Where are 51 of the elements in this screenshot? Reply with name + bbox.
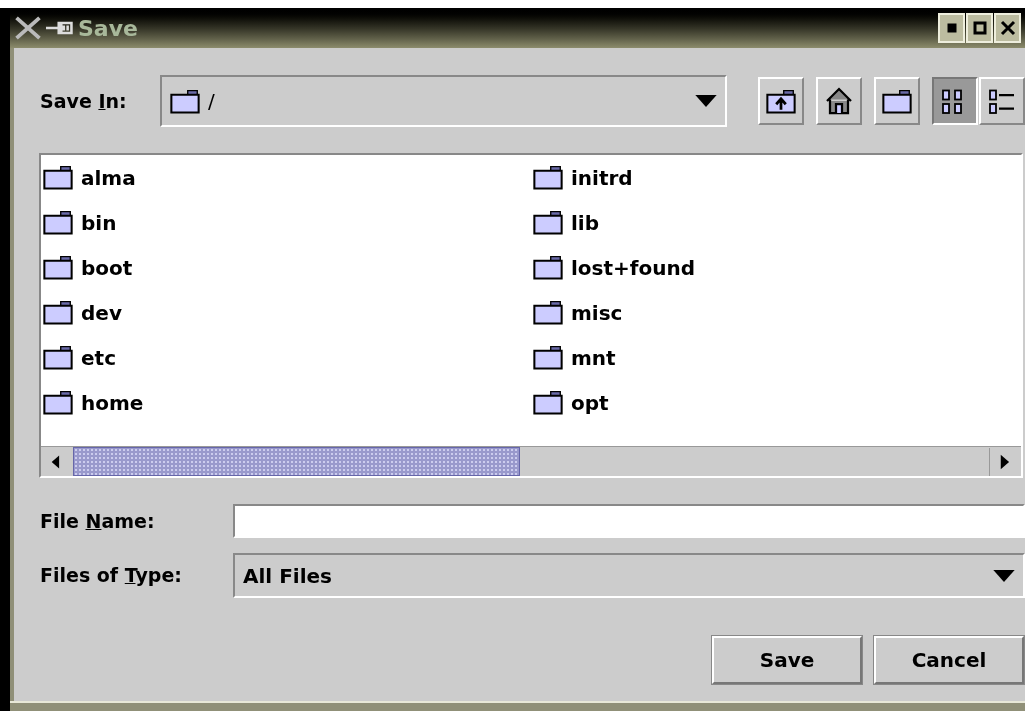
save-in-label: Save In: <box>40 89 127 112</box>
file-list-item[interactable]: boot <box>41 245 133 290</box>
window-title: Save <box>78 14 138 43</box>
file-list-item[interactable]: misc <box>531 290 623 335</box>
folder-icon <box>43 390 73 415</box>
home-icon <box>824 86 854 116</box>
folder-icon <box>43 300 73 325</box>
folder-icon <box>533 390 563 415</box>
file-name-label: File Name: <box>40 509 155 532</box>
save-in-dropdown[interactable]: / <box>160 75 727 127</box>
file-list-item[interactable]: lib <box>531 200 600 245</box>
folder-icon <box>533 345 563 370</box>
file-name-field[interactable] <box>233 504 1025 538</box>
folder-icon <box>43 165 73 190</box>
new-folder-icon <box>882 88 912 114</box>
close-button[interactable] <box>994 13 1021 43</box>
dropdown-caret-icon <box>993 569 1015 582</box>
folder-icon <box>533 255 563 280</box>
file-list-item[interactable]: bin <box>41 200 117 245</box>
minimize-button[interactable] <box>938 13 965 43</box>
pin-icon <box>46 19 74 37</box>
file-list-item[interactable]: mnt <box>531 335 616 380</box>
cancel-button[interactable]: Cancel <box>874 636 1024 684</box>
maximize-button[interactable] <box>966 13 993 43</box>
file-list-item[interactable]: initrd <box>531 155 633 200</box>
list-view-button[interactable] <box>932 77 978 125</box>
file-list-item[interactable]: dev <box>41 290 122 335</box>
folder-icon <box>533 165 563 190</box>
file-list-item[interactable]: lost+found <box>531 245 696 290</box>
folder-up-icon <box>766 88 796 114</box>
home-button[interactable] <box>816 77 862 125</box>
folder-icon <box>43 210 73 235</box>
x-logo-icon <box>14 15 42 41</box>
new-folder-button[interactable] <box>874 77 920 125</box>
folder-icon <box>43 345 73 370</box>
folder-icon <box>533 210 563 235</box>
folder-icon <box>533 300 563 325</box>
horizontal-scrollbar[interactable] <box>41 446 1021 476</box>
file-list-item[interactable]: alma <box>41 155 136 200</box>
scrollbar-thumb[interactable] <box>73 447 520 476</box>
files-of-type-dropdown[interactable]: All Files <box>233 553 1025 598</box>
up-folder-button[interactable] <box>758 77 804 125</box>
save-button[interactable]: Save <box>712 636 862 684</box>
file-list-item[interactable]: home <box>41 380 144 425</box>
folder-icon <box>43 255 73 280</box>
file-list-item[interactable]: etc <box>41 335 116 380</box>
details-view-button[interactable] <box>979 77 1025 125</box>
folder-icon <box>170 88 200 114</box>
dropdown-caret-icon <box>695 95 717 107</box>
file-list-item[interactable]: opt <box>531 380 609 425</box>
files-of-type-label: Files of Type: <box>40 564 182 587</box>
